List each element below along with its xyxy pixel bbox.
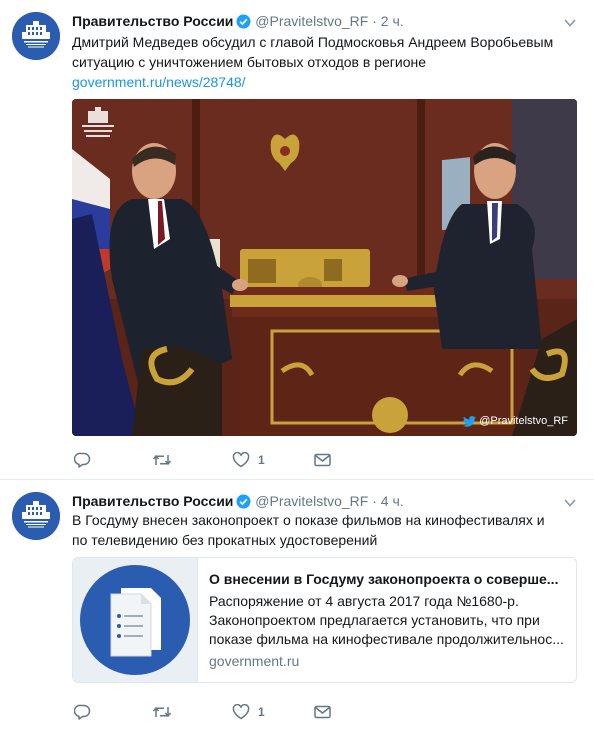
government-building-logo-icon bbox=[12, 492, 60, 540]
card-title: О внесении в Госдуму законопроекта о сов… bbox=[209, 571, 559, 587]
tweet[interactable]: Правительство России @Pravitelstvo_RF · … bbox=[0, 0, 594, 480]
tweet-text: Дмитрий Медведев обсудил с главой Подмос… bbox=[72, 32, 577, 92]
direct-message-icon bbox=[314, 453, 331, 467]
tweet-text-line: Дмитрий Медведев обсудил с главой Подмос… bbox=[72, 34, 554, 50]
like-icon bbox=[232, 704, 250, 720]
avatar[interactable] bbox=[12, 12, 60, 60]
retweet-button[interactable] bbox=[152, 450, 172, 470]
tweet-header: Правительство России @Pravitelstvo_RF · … bbox=[72, 11, 404, 31]
photo-watermark: @Pravitelstvo_RF bbox=[463, 415, 568, 428]
like-count: 1 bbox=[258, 705, 265, 719]
author-handle[interactable]: @Pravitelstvo_RF bbox=[255, 13, 368, 29]
author-name[interactable]: Правительство России bbox=[72, 13, 233, 29]
reply-button[interactable] bbox=[74, 450, 91, 470]
card-image bbox=[73, 558, 198, 682]
tweet-text-line: по телевидению без прокатных удостоверен… bbox=[72, 532, 378, 548]
retweet-icon bbox=[152, 454, 172, 466]
reply-icon bbox=[74, 704, 91, 720]
tweet-header: Правительство России @Pravitelstvo_RF · … bbox=[72, 491, 404, 511]
government-building-logo-icon bbox=[12, 12, 60, 60]
direct-message-icon bbox=[314, 705, 331, 719]
verified-badge-icon bbox=[236, 14, 251, 34]
card-description: Распоряжение от 4 августа 2017 года №168… bbox=[209, 592, 564, 649]
tweet-link[interactable]: government.ru/news/28748/ bbox=[72, 72, 577, 92]
meeting-photo-image bbox=[72, 99, 577, 436]
document-icon bbox=[80, 565, 190, 675]
card-description-line: Распоряжение от 4 августа 2017 года №168… bbox=[209, 593, 519, 609]
timestamp[interactable]: 2 ч. bbox=[381, 13, 404, 29]
tweet-photo[interactable]: @Pravitelstvo_RF bbox=[72, 99, 577, 436]
retweet-button[interactable] bbox=[152, 702, 172, 722]
retweet-icon bbox=[152, 706, 172, 718]
like-count: 1 bbox=[258, 453, 265, 467]
direct-message-button[interactable] bbox=[314, 702, 331, 722]
tweet-text-line: В Госдуму внесен законопроект о показе ф… bbox=[72, 512, 545, 528]
link-card[interactable]: О внесении в Госдуму законопроекта о сов… bbox=[72, 557, 577, 683]
tweet-text: В Госдуму внесен законопроект о показе ф… bbox=[72, 510, 577, 550]
card-description-line: показе фильма на кинофестивале продолжит… bbox=[209, 631, 564, 647]
separator: · bbox=[372, 493, 377, 509]
like-button[interactable]: 1 bbox=[232, 702, 265, 722]
photo-watermark-text: @Pravitelstvo_RF bbox=[479, 415, 568, 427]
tweet[interactable]: Правительство России @Pravitelstvo_RF · … bbox=[0, 480, 594, 732]
direct-message-button[interactable] bbox=[314, 450, 331, 470]
card-domain: government.ru bbox=[209, 653, 300, 669]
like-button[interactable]: 1 bbox=[232, 450, 265, 470]
timestamp[interactable]: 4 ч. bbox=[381, 493, 404, 509]
author-name[interactable]: Правительство России bbox=[72, 493, 233, 509]
reply-icon bbox=[74, 452, 91, 468]
avatar[interactable] bbox=[12, 492, 60, 540]
twitter-bird-icon bbox=[463, 416, 477, 427]
chevron-down-icon[interactable] bbox=[564, 14, 576, 32]
separator: · bbox=[372, 13, 377, 29]
card-description-line: Законопроектом предлагается установить, … bbox=[209, 612, 540, 628]
like-icon bbox=[232, 452, 250, 468]
tweet-text-line: ситуацию с уничтожением бытовых отходов … bbox=[72, 54, 427, 70]
author-handle[interactable]: @Pravitelstvo_RF bbox=[255, 493, 368, 509]
reply-button[interactable] bbox=[74, 702, 91, 722]
